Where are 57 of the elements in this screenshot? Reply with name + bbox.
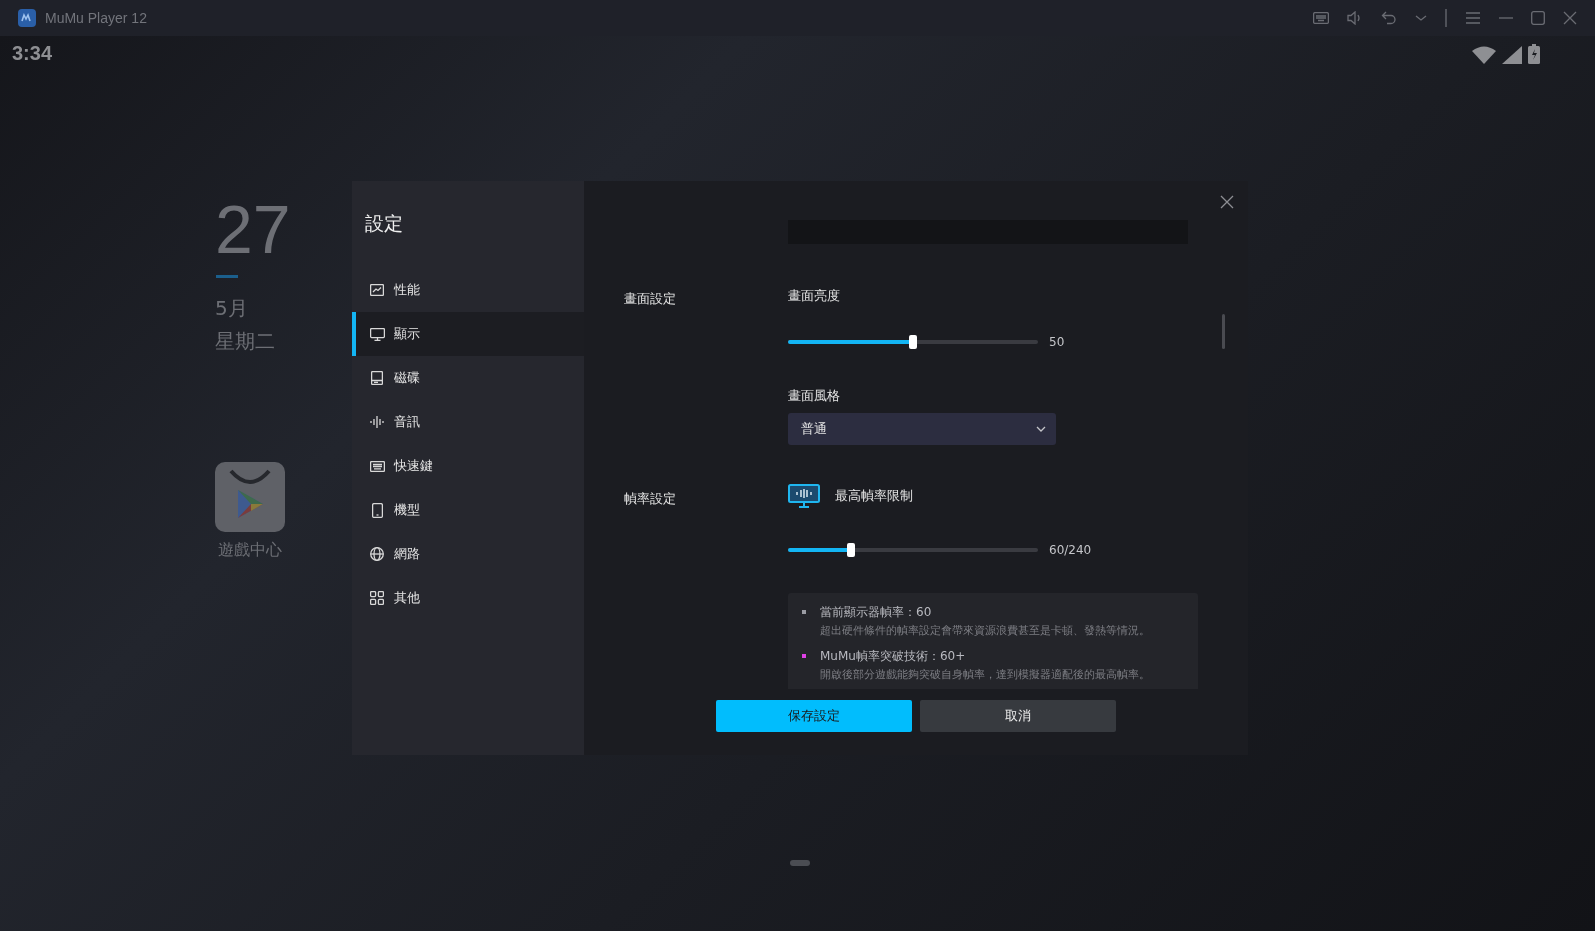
setting-label: 畫面亮度 [788, 287, 840, 305]
sidebar-item[interactable]: 快速鍵 [352, 444, 584, 488]
chevron-down-icon[interactable] [1415, 14, 1427, 22]
section-label: 幀率設定 [623, 490, 677, 508]
sidebar-item[interactable]: 其他 [352, 576, 584, 620]
close-icon[interactable] [1220, 195, 1234, 209]
separator-icon [1445, 9, 1447, 27]
speaker-icon[interactable] [1347, 11, 1363, 25]
date-day: 27 [215, 195, 291, 263]
dialog-title: 設定 [364, 211, 404, 236]
slider[interactable] [788, 335, 1038, 349]
battery-icon [1528, 43, 1540, 64]
cancel-button[interactable]: 取消 [920, 700, 1116, 732]
sidebar-item[interactable]: 音訊 [352, 400, 584, 444]
date-underline [216, 275, 238, 278]
scrollbar-thumb[interactable] [1222, 314, 1225, 349]
note-title: 當前顯示器幀率：60 [820, 604, 933, 621]
date-month: 5月 [215, 295, 248, 322]
setting-label: 畫面風格 [788, 387, 840, 405]
sidebar-item[interactable]: 顯示 [352, 312, 584, 356]
setting-label: 最高幀率限制 [835, 487, 913, 505]
grid-icon [370, 591, 384, 605]
save-button[interactable]: 保存設定 [716, 700, 912, 732]
signal-icon [1502, 45, 1522, 64]
globe-icon [370, 547, 384, 561]
monitor-icon [369, 327, 385, 341]
keyboard-icon [369, 460, 385, 472]
slider-value: 50 [1049, 335, 1065, 349]
slider-value: 60/240 [1049, 543, 1092, 557]
app-logo-icon [18, 9, 36, 27]
sidebar-item[interactable]: 磁碟 [352, 356, 584, 400]
date-weekday: 星期二 [215, 328, 275, 355]
sidebar-item[interactable]: 性能 [352, 268, 584, 312]
dropdown[interactable]: 普通 [788, 413, 1056, 445]
close-icon[interactable] [1563, 11, 1577, 25]
wifi-icon [1472, 45, 1496, 64]
slider[interactable] [788, 543, 1038, 557]
status-time: 3:34 [12, 42, 53, 65]
slider-thumb[interactable] [909, 335, 917, 349]
slider-thumb[interactable] [846, 543, 855, 557]
menu-icon[interactable] [1465, 12, 1481, 24]
app-store-icon[interactable] [215, 462, 285, 532]
window-title: MuMu Player 12 [45, 10, 147, 26]
sidebar-item[interactable]: 機型 [352, 488, 584, 532]
note-text: 超出硬件條件的幀率設定會帶來資源浪費甚至是卡頓、發熱等情況。 [820, 623, 1150, 639]
sidebar-item[interactable]: 網路 [352, 532, 584, 576]
chevron-down-icon [1036, 426, 1046, 432]
note-title: MuMu幀率突破技術：60+ [820, 648, 967, 665]
keyboard-icon[interactable] [1313, 12, 1329, 24]
note-text: 開啟後部分遊戲能夠突破自身幀率，達到模擬器適配後的最高幀率。 [820, 667, 1150, 683]
phone-icon [371, 502, 383, 518]
chart-icon [370, 284, 384, 296]
section-label: 畫面設定 [623, 290, 677, 308]
undo-icon[interactable] [1381, 11, 1397, 25]
page-indicator [790, 860, 810, 866]
sound-wave-icon [370, 416, 384, 428]
maximize-icon[interactable] [1531, 11, 1545, 25]
